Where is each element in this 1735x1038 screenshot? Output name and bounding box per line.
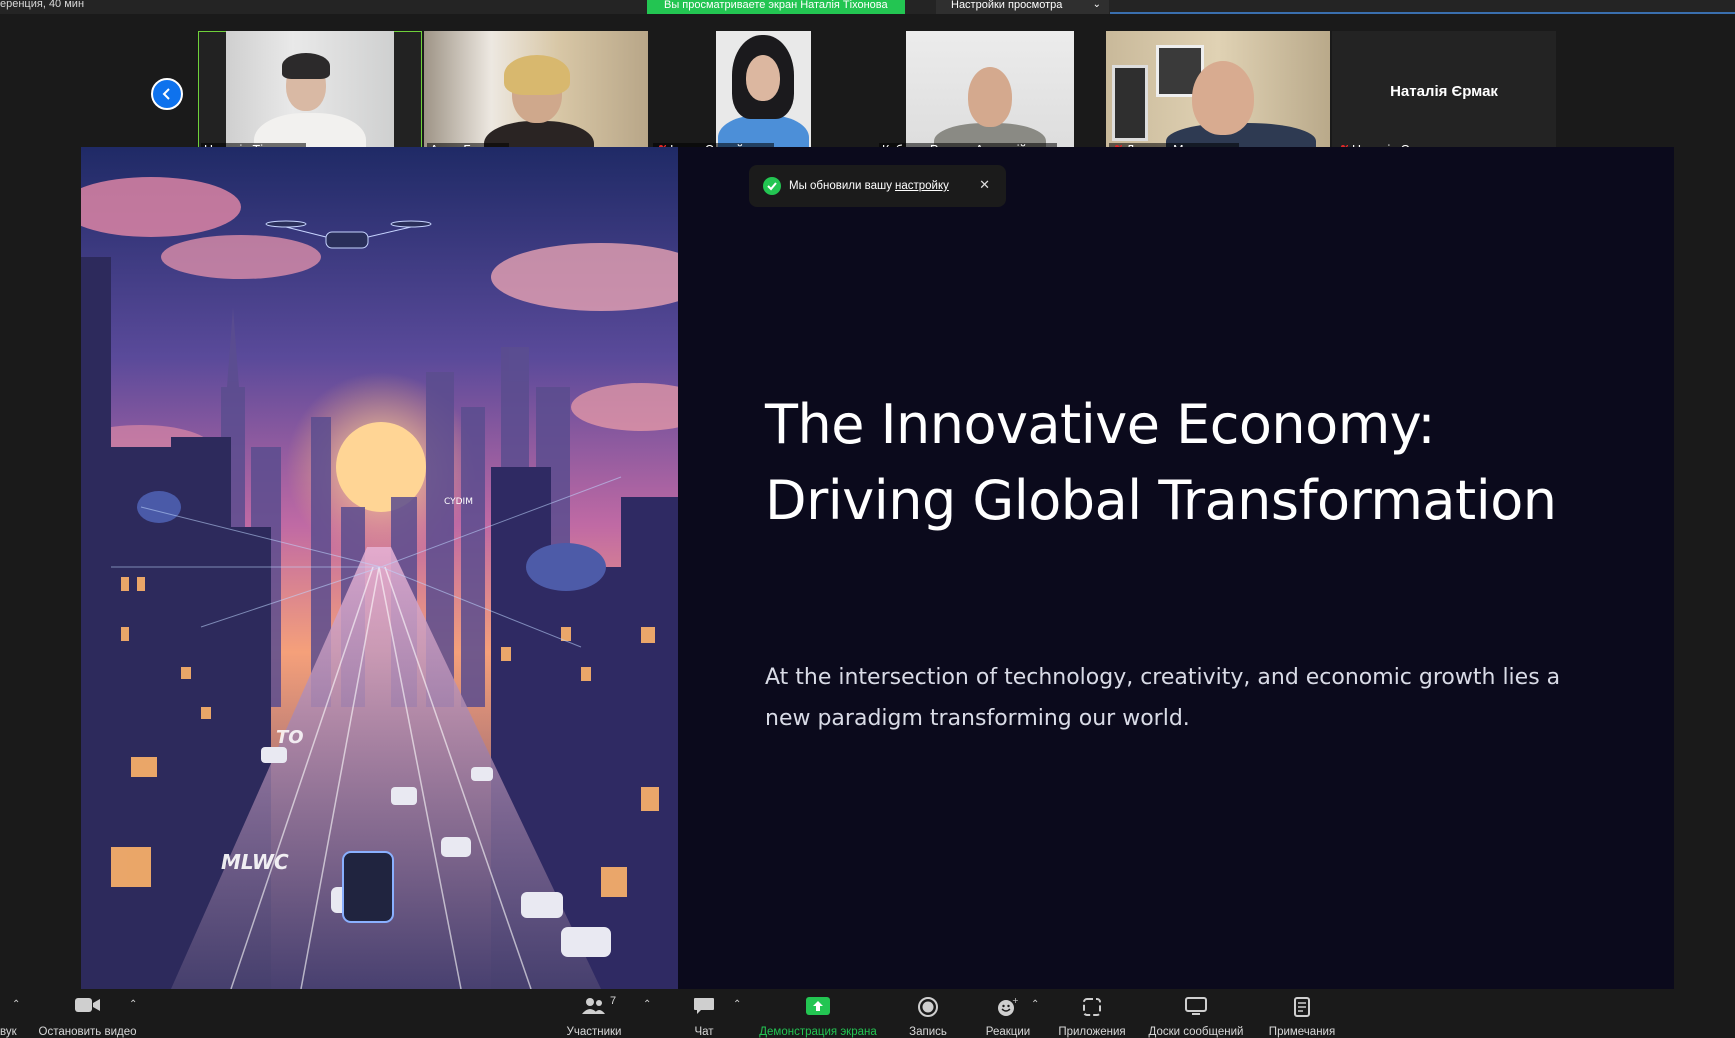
share-screen-label: Демонстрация экрана [759, 1026, 877, 1038]
record-label: Запись [909, 1026, 947, 1038]
record-button[interactable]: Запись [898, 989, 958, 1038]
audio-label: вук [0, 1026, 17, 1038]
share-screen-button[interactable]: Демонстрация экрана [754, 989, 882, 1038]
notes-button[interactable]: Примечания [1262, 989, 1342, 1038]
apps-label: Приложения [1058, 1026, 1126, 1038]
slide-text: The Innovative Economy: Driving Global T… [765, 387, 1625, 739]
video-options-caret[interactable]: ⌃ [129, 999, 137, 1010]
record-icon [918, 997, 938, 1017]
apps-icon [1083, 998, 1101, 1016]
reactions-label: Реакции [985, 1026, 1031, 1038]
participant-tile[interactable]: Алла Белова [424, 31, 648, 158]
building-sign: CYDIM [444, 497, 473, 507]
share-screen-icon [806, 997, 830, 1015]
reactions-button[interactable]: + Реакции [978, 989, 1038, 1038]
chevron-left-icon [162, 88, 170, 100]
participants-count: 7 [610, 995, 617, 1007]
participant-tile[interactable]: Ірина Самойлова [650, 31, 874, 158]
chat-icon [694, 998, 714, 1014]
road-marking: TO [276, 727, 304, 748]
participant-gallery: Наталія Тіхонова Алла Белова Ірина Самой… [0, 14, 1735, 158]
participants-button[interactable]: 7 Участники [560, 989, 628, 1038]
apps-button[interactable]: Приложения [1052, 989, 1132, 1038]
participants-options-caret[interactable]: ⌃ [643, 999, 651, 1010]
whiteboards-button[interactable]: Доски сообщений [1142, 989, 1250, 1038]
participants-label: Участники [566, 1026, 622, 1038]
view-options-button[interactable]: Настройки просмотра ⌄ [936, 0, 1109, 14]
wall-picture [1112, 65, 1148, 141]
participant-tile[interactable]: Дмитро Макатьора [1106, 31, 1330, 158]
participants-icon [582, 998, 605, 1014]
toast-text: Мы обновили вашу [789, 180, 892, 192]
close-icon[interactable]: ✕ [979, 177, 990, 193]
settings-toast: Мы обновили вашу настройку ✕ [749, 165, 1006, 207]
audio-button[interactable]: вук [0, 989, 24, 1038]
slide-city-illustration: CYDIM TO MLWC [81, 147, 678, 989]
participant-video [424, 31, 648, 158]
chat-button[interactable]: Чат [676, 989, 732, 1038]
slide-title-line: Driving Global Transformation [765, 469, 1557, 532]
meeting-toolbar: ⌃ вук Остановить видео ⌃ 7 Участники ⌃ Ч… [0, 989, 1735, 1038]
view-options-label: Настройки просмотра [951, 0, 1063, 11]
slide-subtitle: At the intersection of technology, creat… [765, 665, 1561, 731]
svg-text:+: + [1012, 997, 1019, 1005]
chat-options-caret[interactable]: ⌃ [733, 999, 741, 1010]
participant-tile[interactable]: Наталія Тіхонова [198, 31, 422, 158]
participant-video [906, 31, 1074, 158]
emoji-icon: + [998, 997, 1019, 1016]
stop-video-button[interactable]: Остановить видео [30, 989, 145, 1038]
notes-icon [1294, 997, 1310, 1017]
whiteboard-icon [1185, 997, 1207, 1015]
slide-title-line: The Innovative Economy: [765, 393, 1436, 456]
participant-video [716, 31, 811, 158]
gallery-prev-button[interactable] [151, 78, 183, 110]
participant-video [1106, 31, 1330, 158]
participant-tile[interactable]: Наталія Єрмак Наталія Єрмак [1332, 31, 1556, 158]
road-marking: MLWC [221, 850, 289, 874]
meeting-info: еренция, 40 мин [0, 0, 85, 10]
shared-screen[interactable]: CYDIM TO MLWC The Innovative Economy: Dr… [81, 147, 1674, 989]
participant-video [226, 31, 394, 158]
share-banner: Вы просматриваете экран Наталія Тіхонова [647, 0, 905, 14]
top-bar: еренция, 40 мин Вы просматриваете экран … [0, 0, 1735, 14]
participant-tile[interactable]: КубановРуслан Анатолійович [876, 31, 1100, 158]
toast-settings-link[interactable]: настройку [895, 180, 949, 192]
participant-center-name: Наталія Єрмак [1390, 83, 1498, 100]
check-circle-icon [763, 177, 781, 195]
reactions-options-caret[interactable]: ⌃ [1031, 999, 1039, 1010]
notes-label: Примечания [1268, 1026, 1336, 1038]
video-camera-icon [74, 998, 100, 1012]
slide-title: The Innovative Economy: Driving Global T… [765, 387, 1625, 539]
chevron-down-icon: ⌄ [1092, 0, 1101, 10]
stop-video-label: Остановить видео [38, 1026, 137, 1038]
chat-label: Чат [694, 1026, 714, 1038]
whiteboards-label: Доски сообщений [1148, 1026, 1244, 1038]
